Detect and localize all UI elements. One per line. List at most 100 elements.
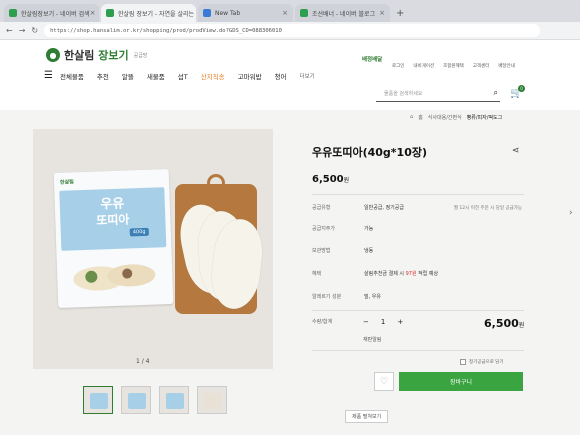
home-icon[interactable]: ⌂ [410, 114, 413, 121]
quantity-stepper: − 1 + [363, 318, 403, 326]
chevron-right-icon[interactable]: › [569, 208, 573, 218]
add-to-cart-button[interactable]: 장바구니 [399, 372, 523, 391]
divider [312, 310, 524, 311]
menu-item-bargain[interactable]: 알뜰 [122, 71, 134, 81]
thumbnail-tortilla [204, 393, 222, 409]
info-value: 가능 [364, 226, 374, 232]
browser-tab-3[interactable]: New Tab × [198, 4, 293, 22]
tab-title: 조선배너 - 네이버 블로그 [312, 10, 376, 18]
product-main-image[interactable]: 한살림 우유 또띠아 400g 1 / 4 [33, 129, 273, 369]
info-value: 냉동 [364, 248, 374, 254]
logo-subtitle: 공급망 [133, 52, 148, 59]
new-tab-button[interactable]: + [396, 8, 404, 22]
subscribe-option[interactable]: 정기공급으로 담기 [460, 359, 504, 365]
menu-item-direct[interactable]: 산지직송 [201, 71, 225, 81]
qty-value[interactable]: 1 [381, 318, 385, 326]
hamburger-menu-icon[interactable]: ☰ [44, 70, 53, 81]
info-value: 살림추천금 결제 시 97원 적립 예상 [364, 271, 439, 277]
menu-item-seob[interactable]: 섭T [178, 71, 188, 81]
thumbnail-1[interactable] [83, 386, 113, 414]
restock-alert-link[interactable]: 재판알림 [363, 336, 381, 343]
naver-favicon-icon [9, 9, 17, 17]
image-counter: 1 / 4 [136, 358, 150, 365]
utility-nav: 로그인 내비게이션 조합원혜택 고객센터 배달안내 [392, 63, 515, 69]
thumbnail-package [90, 393, 108, 409]
info-label: 공급지주가 [312, 226, 336, 232]
cart-count-badge: 0 [518, 85, 525, 92]
site-logo[interactable]: ● 한살림 장보기 공급망 [46, 47, 147, 63]
browser-tab-bar: 한살림장보기 - 네이버 검색 × 한살림 장보기 - 자연을 살리는 먹거리 … [0, 0, 580, 22]
divider [312, 350, 524, 351]
info-label: 혜택 [312, 271, 322, 277]
menu-item-all[interactable]: 전체물품 [60, 71, 84, 81]
tab-title: 한살림 장보기 - 자연을 살리는 먹거리 [118, 10, 196, 18]
thumbnail-package [166, 393, 184, 409]
menu-item-herring[interactable]: 청어 [275, 71, 287, 81]
breadcrumb: ⌂ 홈 식사대용/간편식 빵류/피자/떡도그 [410, 114, 502, 121]
share-icon[interactable]: ⋖ [512, 146, 520, 156]
qty-plus-button[interactable]: + [397, 318, 403, 326]
search-icon[interactable]: ⌕ [494, 88, 498, 98]
thumbnail-3[interactable] [159, 386, 189, 414]
url-input[interactable]: https://shop.hansalim.or.kr/shopping/pro… [44, 24, 540, 37]
info-row-storage: 보관방법 냉동 [312, 247, 522, 254]
search-input[interactable]: 물품을 검색하세요 ⌕ [376, 85, 500, 102]
info-value: 밀, 우유 [364, 294, 381, 300]
util-link-support[interactable]: 고객센터 [473, 63, 490, 69]
thumbnail-list [83, 386, 227, 414]
info-row-supply-type: 공급유형 일반공급, 정기공급 월 12시 이전 주문 시 당일 공급가능 [312, 204, 522, 211]
heart-icon: ♡ [379, 376, 389, 387]
info-label: 보관방법 [312, 248, 331, 254]
info-extra: 월 12시 이전 주문 시 당일 공급가능 [453, 205, 522, 211]
util-link-benefits[interactable]: 조합원혜택 [443, 63, 464, 69]
util-link-login[interactable]: 로그인 [392, 63, 404, 69]
breadcrumb-current[interactable]: 빵류/피자/떡도그 [467, 114, 503, 121]
site-header: ● 한살림 장보기 공급망 배정배달 로그인 내비게이션 조합원혜택 고객센터 … [0, 40, 580, 110]
wishlist-button[interactable]: ♡ [374, 372, 394, 391]
product-price: 6,500원 [312, 174, 350, 185]
back-icon[interactable]: ← [6, 26, 13, 35]
info-row-allergy: 알레르기 성분 밀, 우유 [312, 293, 522, 300]
main-menu: ☰ 전체물품 추천 알뜰 새물품 섭T 산지직송 고마워밥 청어 더보기 [44, 70, 328, 81]
browser-tab-1[interactable]: 한살림장보기 - 네이버 검색 × [4, 4, 99, 22]
qty-minus-button[interactable]: − [363, 318, 369, 326]
logo-text: 한살림 장보기 [64, 49, 129, 62]
search-placeholder: 물품을 검색하세요 [384, 90, 423, 97]
wrap-illustration [73, 264, 156, 291]
browser-tab-2[interactable]: 한살림 장보기 - 자연을 살리는 먹거리 × [101, 4, 196, 22]
menu-item-new[interactable]: 새물품 [147, 71, 165, 81]
close-tab-icon[interactable]: × [90, 9, 96, 17]
address-bar-row: ← → ↻ https://shop.hansalim.or.kr/shoppi… [0, 22, 580, 40]
close-tab-icon[interactable]: × [379, 9, 385, 17]
delivery-badge[interactable]: 배정배달 [362, 55, 382, 63]
util-link-delivery[interactable]: 배달안내 [498, 63, 515, 69]
product-package: 한살림 우유 또띠아 400g [53, 169, 174, 308]
thumbnail-2[interactable] [121, 386, 151, 414]
package-weight: 400g [129, 227, 149, 237]
screen: 한살림장보기 - 네이버 검색 × 한살림 장보기 - 자연을 살리는 먹거리 … [0, 0, 580, 435]
info-label: 공급유형 [312, 205, 331, 211]
thumbnail-4[interactable] [197, 386, 227, 414]
breadcrumb-home[interactable]: 홈 [418, 114, 423, 121]
subscribe-checkbox[interactable] [460, 359, 466, 365]
browser-tab-4[interactable]: 조선배너 - 네이버 블로그 × [295, 4, 390, 22]
total-price: 6,500원 [484, 317, 525, 330]
close-tab-icon[interactable]: × [282, 9, 288, 17]
info-row-benefit: 혜택 살림추천금 결제 시 97원 적립 예상 [312, 270, 522, 277]
info-row-subscription: 공급지주가 가능 [312, 225, 522, 232]
menu-item-thanks-rice[interactable]: 고마워밥 [238, 71, 262, 81]
reload-icon[interactable]: ↻ [31, 26, 38, 35]
hansalim-favicon-icon [106, 9, 114, 17]
forward-icon[interactable]: → [19, 26, 26, 35]
package-brand: 한살림 [59, 179, 74, 186]
hansalim-logo-icon: ● [46, 48, 60, 62]
quantity-label: 수량/합계 [312, 319, 333, 325]
util-link-nav[interactable]: 내비게이션 [413, 63, 434, 69]
thumbnail-package [128, 393, 146, 409]
breadcrumb-category[interactable]: 식사대용/간편식 [428, 114, 462, 121]
tab-title: New Tab [215, 9, 241, 17]
menu-item-more[interactable]: 더보기 [300, 72, 315, 80]
expand-details-button[interactable]: 제품 펼쳐보기 [345, 410, 389, 423]
product-title: 우유또띠아(40g*10장) [312, 146, 428, 159]
menu-item-recommend[interactable]: 추천 [97, 71, 109, 81]
